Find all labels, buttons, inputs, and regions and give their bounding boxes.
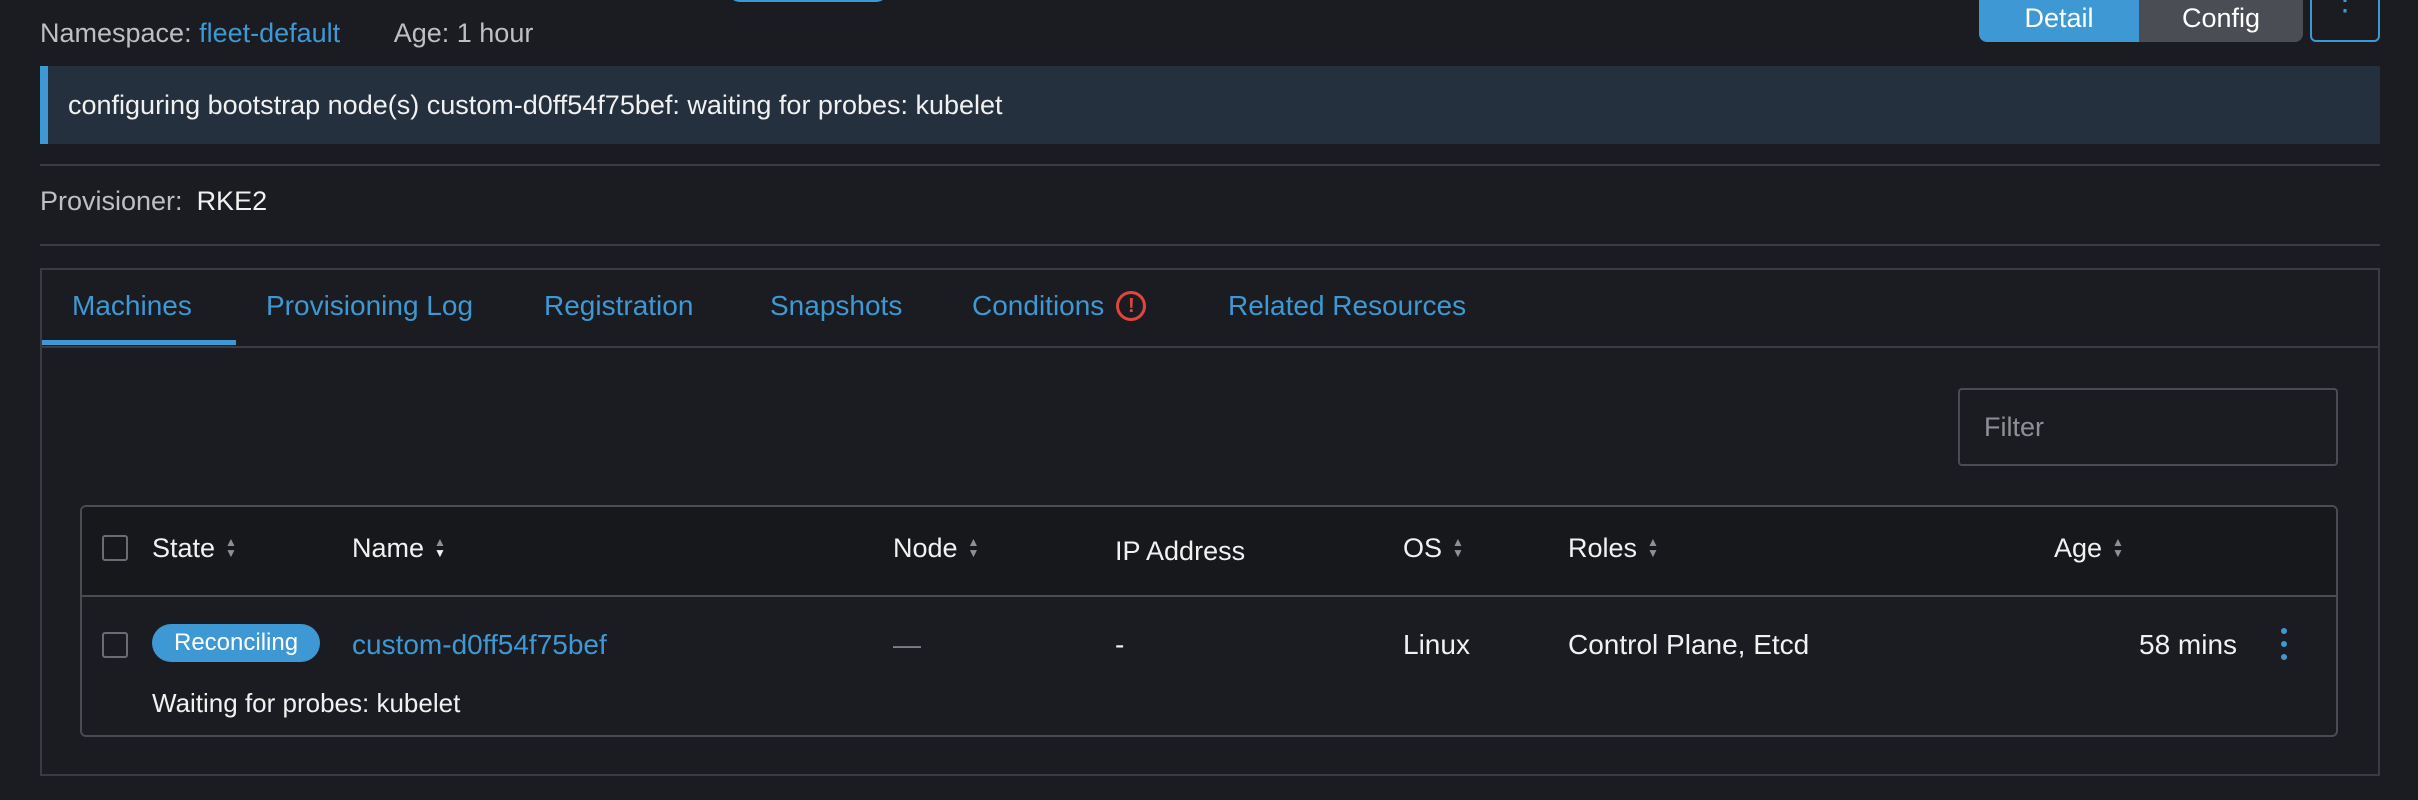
error-circle-icon: ! <box>1116 291 1147 321</box>
tab-conditions-label: Conditions <box>972 290 1105 321</box>
status-badge-top <box>728 0 888 2</box>
provisioner-label: Provisioner: <box>40 186 183 216</box>
machine-name-link[interactable]: custom-d0ff54f75bef <box>352 627 607 663</box>
os-value: Linux <box>1403 629 1470 660</box>
tab-machines[interactable]: Machines <box>72 290 192 322</box>
age-value: 58 mins <box>2139 629 2238 660</box>
active-tab-indicator <box>42 340 236 345</box>
select-all-checkbox-wrap <box>102 530 128 566</box>
state-badge: Reconciling <box>152 624 321 662</box>
roles-value: Control Plane, Etcd <box>1568 629 1810 660</box>
namespace-link[interactable]: fleet-default <box>199 18 340 48</box>
divider <box>40 164 2380 166</box>
age-label: Age: 1 hour <box>393 18 534 48</box>
tab-conditions[interactable]: Conditions ! <box>972 290 1147 322</box>
divider <box>40 244 2380 246</box>
detail-button[interactable]: Detail <box>1979 0 2139 42</box>
sort-icon: ▲ ▼ <box>2112 535 2124 560</box>
more-actions-button[interactable]: ⋮ <box>2310 0 2380 42</box>
tab-snapshots[interactable]: Snapshots <box>770 290 902 322</box>
provisioner-value: RKE2 <box>196 186 268 216</box>
namespace-label: Namespace: <box>40 18 192 48</box>
cluster-meta: Namespace: fleet-default Age: 1 hour <box>40 18 533 49</box>
column-name[interactable]: Name ▲ ▼ <box>352 530 446 566</box>
filter-input[interactable] <box>1958 388 2338 466</box>
sort-icon: ▲ ▼ <box>434 535 446 560</box>
column-roles[interactable]: Roles ▲ ▼ <box>1568 530 1659 566</box>
column-os[interactable]: OS ▲ ▼ <box>1403 530 1464 566</box>
tab-related-resources[interactable]: Related Resources <box>1228 290 1466 322</box>
column-age[interactable]: Age ▲ ▼ <box>2054 530 2124 566</box>
tab-provisioning-log[interactable]: Provisioning Log <box>266 290 473 322</box>
provisioner-info: Provisioner: RKE2 <box>40 186 267 217</box>
row-actions-icon[interactable] <box>2274 626 2294 662</box>
column-node[interactable]: Node ▲ ▼ <box>893 530 979 566</box>
row-checkbox[interactable] <box>102 632 128 658</box>
sort-icon: ▲ ▼ <box>967 535 980 560</box>
sort-icon: ▲ ▼ <box>1647 535 1659 560</box>
column-ip-address: IP Address <box>1115 535 1246 566</box>
row-checkbox-wrap <box>102 627 128 663</box>
row-status-message: Waiting for probes: kubelet <box>152 688 461 718</box>
ip-value: - <box>1115 629 1125 660</box>
node-value: — <box>893 629 921 660</box>
sort-icon: ▲ ▼ <box>225 535 237 560</box>
select-all-checkbox[interactable] <box>102 535 128 561</box>
tab-registration[interactable]: Registration <box>544 290 693 322</box>
sort-icon: ▲ ▼ <box>1452 535 1464 560</box>
column-state[interactable]: State ▲ ▼ <box>152 530 237 566</box>
info-banner: configuring bootstrap node(s) custom-d0f… <box>40 66 2380 144</box>
banner-message: configuring bootstrap node(s) custom-d0f… <box>68 89 1003 120</box>
config-button[interactable]: Config <box>2139 0 2303 42</box>
